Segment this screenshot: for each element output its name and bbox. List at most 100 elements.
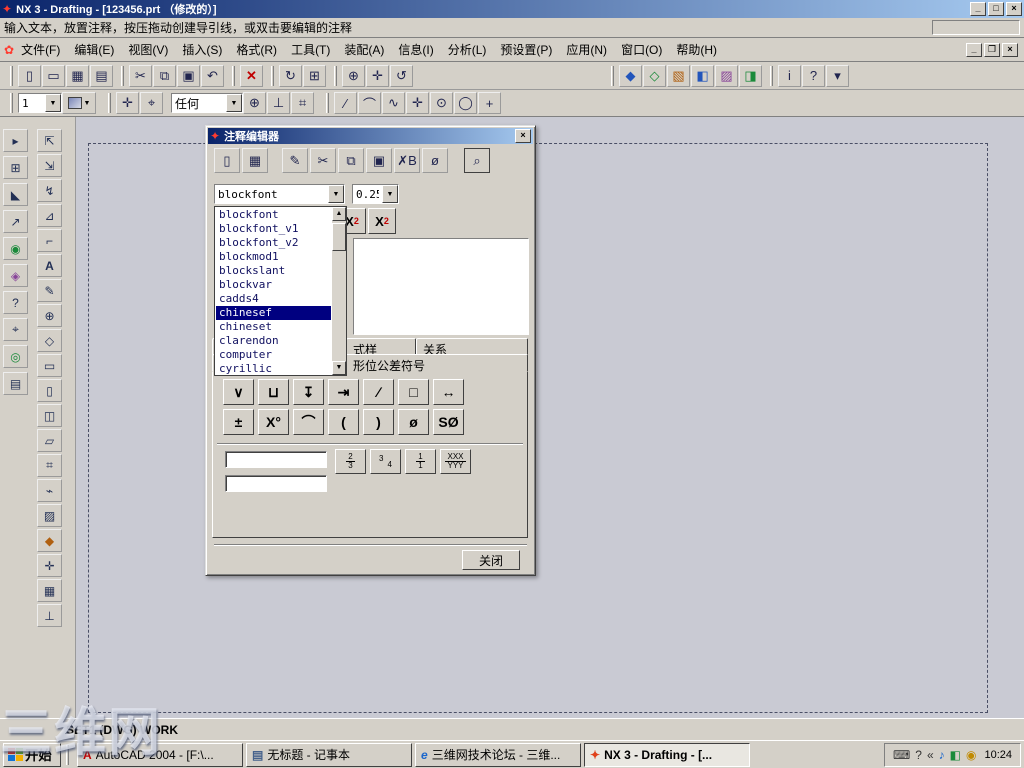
selection-filter-input[interactable] (172, 94, 226, 112)
draft-tool-14-icon[interactable]: ⌗ (37, 454, 62, 477)
sheet-number-combo[interactable]: ▼ (18, 93, 62, 113)
size-combo-input[interactable] (353, 185, 382, 203)
rotate-icon[interactable]: ↺ (390, 64, 413, 87)
save-icon[interactable]: ▦ (66, 64, 89, 87)
align-icon[interactable]: ⌗ (291, 92, 314, 114)
toolbar-drag-handle[interactable] (10, 65, 13, 86)
ellipse-icon[interactable]: ◯ (454, 92, 477, 114)
draft-tool-3-icon[interactable]: ↯ (37, 179, 62, 202)
menu-item[interactable]: 插入(S) (175, 38, 229, 61)
font-list-item[interactable]: clarendon (216, 334, 331, 348)
symbol-button[interactable]: X° (258, 409, 289, 435)
draft-tool-20-icon[interactable]: ⊥ (37, 604, 62, 627)
delete-icon[interactable]: ✕ (240, 64, 263, 87)
draft-tool-5-icon[interactable]: ⌐ (37, 229, 62, 252)
size-combo[interactable]: ▼ (352, 184, 399, 204)
start-button[interactable]: 开始 (3, 742, 61, 767)
paste-icon[interactable]: ▣ (177, 64, 200, 87)
menu-item[interactable]: 编辑(E) (67, 38, 121, 61)
cut-icon[interactable]: ✂ (129, 64, 152, 87)
draft-tool-19-icon[interactable]: ▦ (37, 579, 62, 602)
minimize-button[interactable]: _ (970, 2, 986, 16)
child-minimize-button[interactable]: _ (966, 42, 982, 57)
chevron-down-icon[interactable]: ▼ (45, 94, 61, 112)
symbol-button[interactable]: ± (223, 409, 254, 435)
dialog-titlebar[interactable]: ✦ 注释编辑器 × (208, 128, 533, 144)
fraction-style-button[interactable]: 1 1 (405, 449, 436, 474)
dialog-close-button[interactable]: × (515, 129, 531, 143)
monitor-icon[interactable]: ◉ (966, 748, 976, 762)
new-icon[interactable]: ▯ (18, 64, 41, 87)
menu-item[interactable]: 格式(R) (229, 38, 284, 61)
menu-item[interactable]: 预设置(P) (493, 38, 559, 61)
draft-tool-15-icon[interactable]: ⌁ (37, 479, 62, 502)
draft-tool-16-icon[interactable]: ▨ (37, 504, 62, 527)
menu-item[interactable]: 窗口(O) (614, 38, 669, 61)
font-list-item[interactable]: blockslant (216, 264, 331, 278)
cut-icon[interactable]: ✂ (310, 148, 336, 173)
draft-tool-17-icon[interactable]: ◆ (37, 529, 62, 552)
selection-filter-combo[interactable]: ▼ (171, 93, 243, 113)
menu-item[interactable]: 帮助(H) (669, 38, 724, 61)
font-list-item[interactable]: blockmod1 (216, 250, 331, 264)
maximize-button[interactable]: □ (988, 2, 1004, 16)
chevron-down-icon[interactable]: ▼ (328, 185, 344, 203)
symbol-button[interactable]: ⊔ (258, 379, 289, 405)
help-icon[interactable]: ? (915, 748, 922, 762)
taskbar-task[interactable]: e 三维网技术论坛 - 三维... (415, 742, 581, 767)
print-icon[interactable]: ▤ (90, 64, 113, 87)
preview-icon[interactable]: ⌕ (464, 148, 490, 173)
plus-icon[interactable]: + (478, 92, 501, 114)
dock-tool-10-icon[interactable]: ▤ (3, 372, 28, 395)
pan-icon[interactable]: ✛ (366, 64, 389, 87)
dock-tool-6-icon[interactable]: ◈ (3, 264, 28, 287)
fraction-style-button[interactable]: XXX YYY (440, 449, 471, 474)
collapse-icon[interactable]: « (927, 748, 934, 762)
font-combo[interactable]: ▼ (214, 184, 345, 204)
scroll-down-icon[interactable]: ▼ (332, 361, 346, 375)
font-list-item[interactable]: computer (216, 348, 331, 362)
insert-symbol-icon[interactable]: ø (422, 148, 448, 173)
menu-item[interactable]: 应用(N) (559, 38, 614, 61)
draft-tool-8-icon[interactable]: ⊕ (37, 304, 62, 327)
modeling-app-icon[interactable]: ◧ (691, 64, 714, 87)
subscript-button[interactable]: X2 (368, 208, 396, 234)
symbol-button[interactable]: SØ (433, 409, 464, 435)
draft-tool-2-icon[interactable]: ⇲ (37, 154, 62, 177)
color-swatch-button[interactable]: ▼ (62, 92, 96, 114)
sheet-number-input[interactable] (19, 94, 45, 112)
shaded-view-icon[interactable]: ◆ (619, 64, 642, 87)
toolbar-drag-handle[interactable] (334, 65, 337, 86)
symbol-button[interactable]: ∨ (223, 379, 254, 405)
undo-icon[interactable]: ↶ (201, 64, 224, 87)
dock-tool-4-icon[interactable]: ↗ (3, 210, 28, 233)
symbol-button[interactable]: ( (328, 409, 359, 435)
draft-tool-13-icon[interactable]: ▱ (37, 429, 62, 452)
toolbar-drag-handle[interactable] (271, 65, 274, 86)
scrollbar-thumb[interactable] (332, 223, 346, 251)
draft-tool-10-icon[interactable]: ▭ (37, 354, 62, 377)
draft-tool-4-icon[interactable]: ⊿ (37, 204, 62, 227)
menu-item[interactable]: 工具(T) (284, 38, 337, 61)
font-list-item[interactable]: chinesef (216, 306, 331, 320)
symbol-button[interactable]: ⇥ (328, 379, 359, 405)
font-list-item[interactable]: blockfont_v1 (216, 222, 331, 236)
symbol-button[interactable]: □ (398, 379, 429, 405)
symbol-button[interactable]: ∕ (363, 379, 394, 405)
dock-tool-5-icon[interactable]: ◉ (3, 237, 28, 260)
menu-item[interactable]: 装配(A) (337, 38, 391, 61)
save-text-icon[interactable]: ▦ (242, 148, 268, 173)
dock-tool-9-icon[interactable]: ◎ (3, 345, 28, 368)
drafting-app-icon[interactable]: ▨ (715, 64, 738, 87)
new-text-icon[interactable]: ▯ (214, 148, 240, 173)
taskbar-task[interactable]: ✦ NX 3 - Drafting - [... (584, 742, 750, 767)
font-combo-input[interactable] (215, 185, 328, 203)
circle-icon[interactable]: ⊙ (430, 92, 453, 114)
menu-item[interactable]: 视图(V) (121, 38, 175, 61)
value-input-2[interactable] (225, 475, 327, 492)
toolbar-drag-handle[interactable] (611, 65, 614, 86)
draft-tool-12-icon[interactable]: ◫ (37, 404, 62, 427)
taskbar-task[interactable]: ▤ 无标题 - 记事本 (246, 742, 412, 767)
child-close-button[interactable]: × (1002, 42, 1018, 57)
constraint-icon[interactable]: ⊥ (267, 92, 290, 114)
